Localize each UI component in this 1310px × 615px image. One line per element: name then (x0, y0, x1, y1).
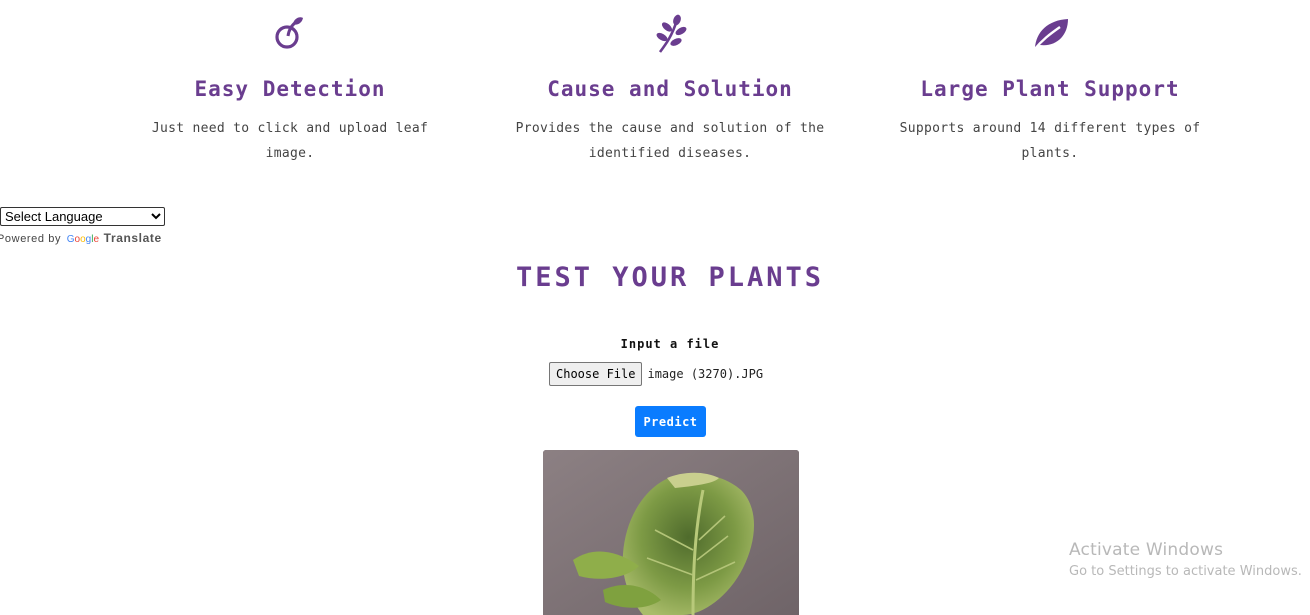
choose-file-button[interactable]: Choose File (549, 362, 643, 386)
language-select[interactable]: Select Language (0, 207, 165, 226)
feature-title: Cause and Solution (547, 77, 793, 101)
activate-windows-subtitle: Go to Settings to activate Windows. (1069, 564, 1302, 579)
leaf-image-drawing (543, 450, 799, 615)
google-logo[interactable]: Google (67, 234, 99, 245)
feature-cause-solution: Cause and Solution Provides the cause an… (500, 14, 840, 166)
file-input: Choose File image (3270).JPG (549, 362, 763, 386)
features-section: Easy Detection Just need to click and up… (0, 0, 1310, 190)
predict-button[interactable]: Predict (635, 406, 706, 437)
selected-file-name: image (3270).JPG (647, 367, 764, 381)
leaf-icon (1033, 19, 1068, 51)
seedling-icon (275, 17, 303, 49)
powered-by-google-translate: Powered by Google Translate (0, 231, 162, 245)
feature-description: Supports around 14 different types of pl… (899, 121, 1201, 161)
activate-windows-watermark: Activate Windows Go to Settings to activ… (1069, 539, 1302, 582)
test-your-plants-heading: TEST YOUR PLANTS (515, 262, 825, 293)
language-selector: Select Language (0, 206, 165, 226)
translate-text: Translate (103, 231, 162, 245)
activate-windows-title: Activate Windows (1069, 540, 1224, 560)
feature-description: Just need to click and upload leaf image… (151, 121, 429, 161)
feature-description: Provides the cause and solution of the i… (515, 121, 825, 161)
herb-icon (656, 14, 687, 53)
feature-easy-detection: Easy Detection Just need to click and up… (120, 14, 460, 166)
input-file-label: Input a file (620, 337, 720, 351)
feature-large-plant-support: Large Plant Support Supports around 14 d… (880, 14, 1220, 166)
feature-title: Easy Detection (194, 77, 386, 101)
uploaded-leaf-image (543, 450, 799, 615)
feature-title: Large Plant Support (920, 77, 1180, 101)
powered-by-text: Powered by (0, 233, 62, 245)
